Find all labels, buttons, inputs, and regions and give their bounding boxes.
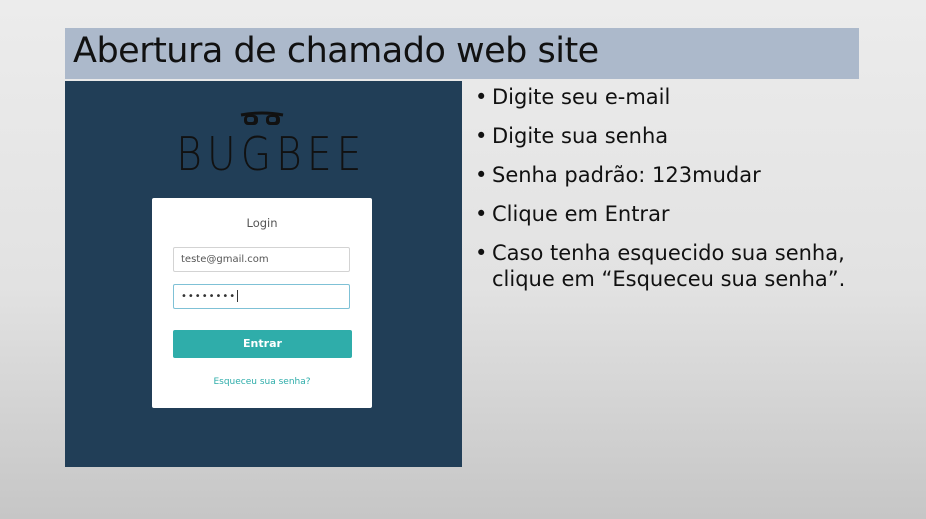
bullet-text: Senha padrão: 123mudar	[492, 163, 761, 187]
login-screenshot: BUGBEE Login teste@gmail.com •••••••• En…	[65, 81, 462, 467]
list-item: • Senha padrão: 123mudar	[475, 162, 875, 188]
entrar-button[interactable]: Entrar	[173, 330, 352, 358]
text-caret	[237, 290, 239, 302]
bullet-text: Digite seu e-mail	[492, 85, 671, 109]
bullet-icon: •	[475, 163, 488, 187]
bullet-icon: •	[475, 241, 488, 265]
login-title: Login	[246, 216, 278, 230]
list-item: • Digite seu e-mail	[475, 84, 875, 110]
bullet-icon: •	[475, 124, 488, 148]
bullet-icon: •	[475, 85, 488, 109]
list-item: • Caso tenha esquecido sua senha, clique…	[475, 240, 875, 292]
bugbee-logo: BUGBEE	[176, 127, 367, 181]
slide-title: Abertura de chamado web site	[73, 31, 599, 71]
bullet-text: Caso tenha esquecido sua senha,	[492, 241, 845, 265]
glasses-logo-icon	[240, 111, 284, 125]
bullet-text: clique em “Esqueceu sua senha”.	[492, 267, 846, 291]
forgot-password-link[interactable]: Esqueceu sua senha?	[152, 377, 372, 387]
login-card: Login teste@gmail.com •••••••• Entrar Es…	[152, 198, 372, 408]
instruction-list: • Digite seu e-mail • Digite sua senha •…	[475, 84, 875, 305]
list-item: • Digite sua senha	[475, 123, 875, 149]
email-field-value: teste@gmail.com	[181, 254, 269, 265]
bullet-icon: •	[475, 202, 488, 226]
password-field[interactable]: ••••••••	[173, 284, 350, 309]
bullet-text: Digite sua senha	[492, 124, 669, 148]
list-item: • Clique em Entrar	[475, 201, 875, 227]
bullet-text: Clique em Entrar	[492, 202, 670, 226]
email-field[interactable]: teste@gmail.com	[173, 247, 350, 272]
slide-title-bar: Abertura de chamado web site	[65, 28, 859, 79]
password-field-value: ••••••••	[181, 291, 237, 302]
